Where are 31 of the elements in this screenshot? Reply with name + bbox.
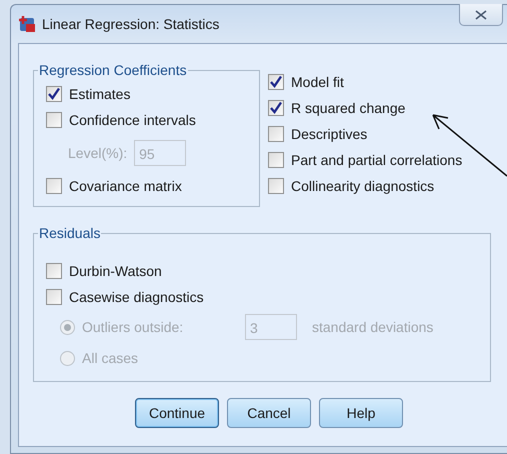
close-button[interactable] [459,4,503,26]
dialog-button[interactable]: Help [319,398,403,428]
checkbox-label[interactable]: Covariance matrix [69,178,182,194]
checkbox[interactable] [46,86,62,102]
checkbox-label[interactable]: Part and partial correlations [291,152,462,168]
checkbox-label[interactable]: Casewise diagnostics [69,289,204,305]
checkbox-label[interactable]: Model fit [291,74,344,90]
group-title: Regression Coefficients [38,62,188,78]
window-title: Linear Regression: Statistics [42,16,220,32]
checkbox-label[interactable]: Descriptives [291,126,368,142]
checkbox-label[interactable]: Collinearity diagnostics [291,178,434,194]
app-icon [18,15,36,33]
group-title: Residuals [38,225,102,241]
checkbox[interactable] [268,74,284,90]
checkbox[interactable] [46,289,62,305]
checkbox[interactable] [268,100,284,116]
field-label: Level(%): [68,145,128,161]
checkbox-label[interactable]: R squared change [291,100,406,116]
checkbox[interactable] [46,263,62,279]
unit-label: standard deviations [312,319,434,335]
checkbox[interactable] [268,152,284,168]
checkbox[interactable] [46,112,62,128]
checkbox[interactable] [268,126,284,142]
close-icon [475,10,487,20]
dialog-button[interactable]: Cancel [227,398,311,428]
checkbox[interactable] [268,178,284,194]
dialog-button[interactable]: Continue [135,398,219,428]
checkbox[interactable] [46,178,62,194]
checkbox-label[interactable]: Durbin-Watson [69,263,162,279]
checkbox-label[interactable]: Estimates [69,86,130,102]
checkbox-label[interactable]: Confidence intervals [69,112,196,128]
